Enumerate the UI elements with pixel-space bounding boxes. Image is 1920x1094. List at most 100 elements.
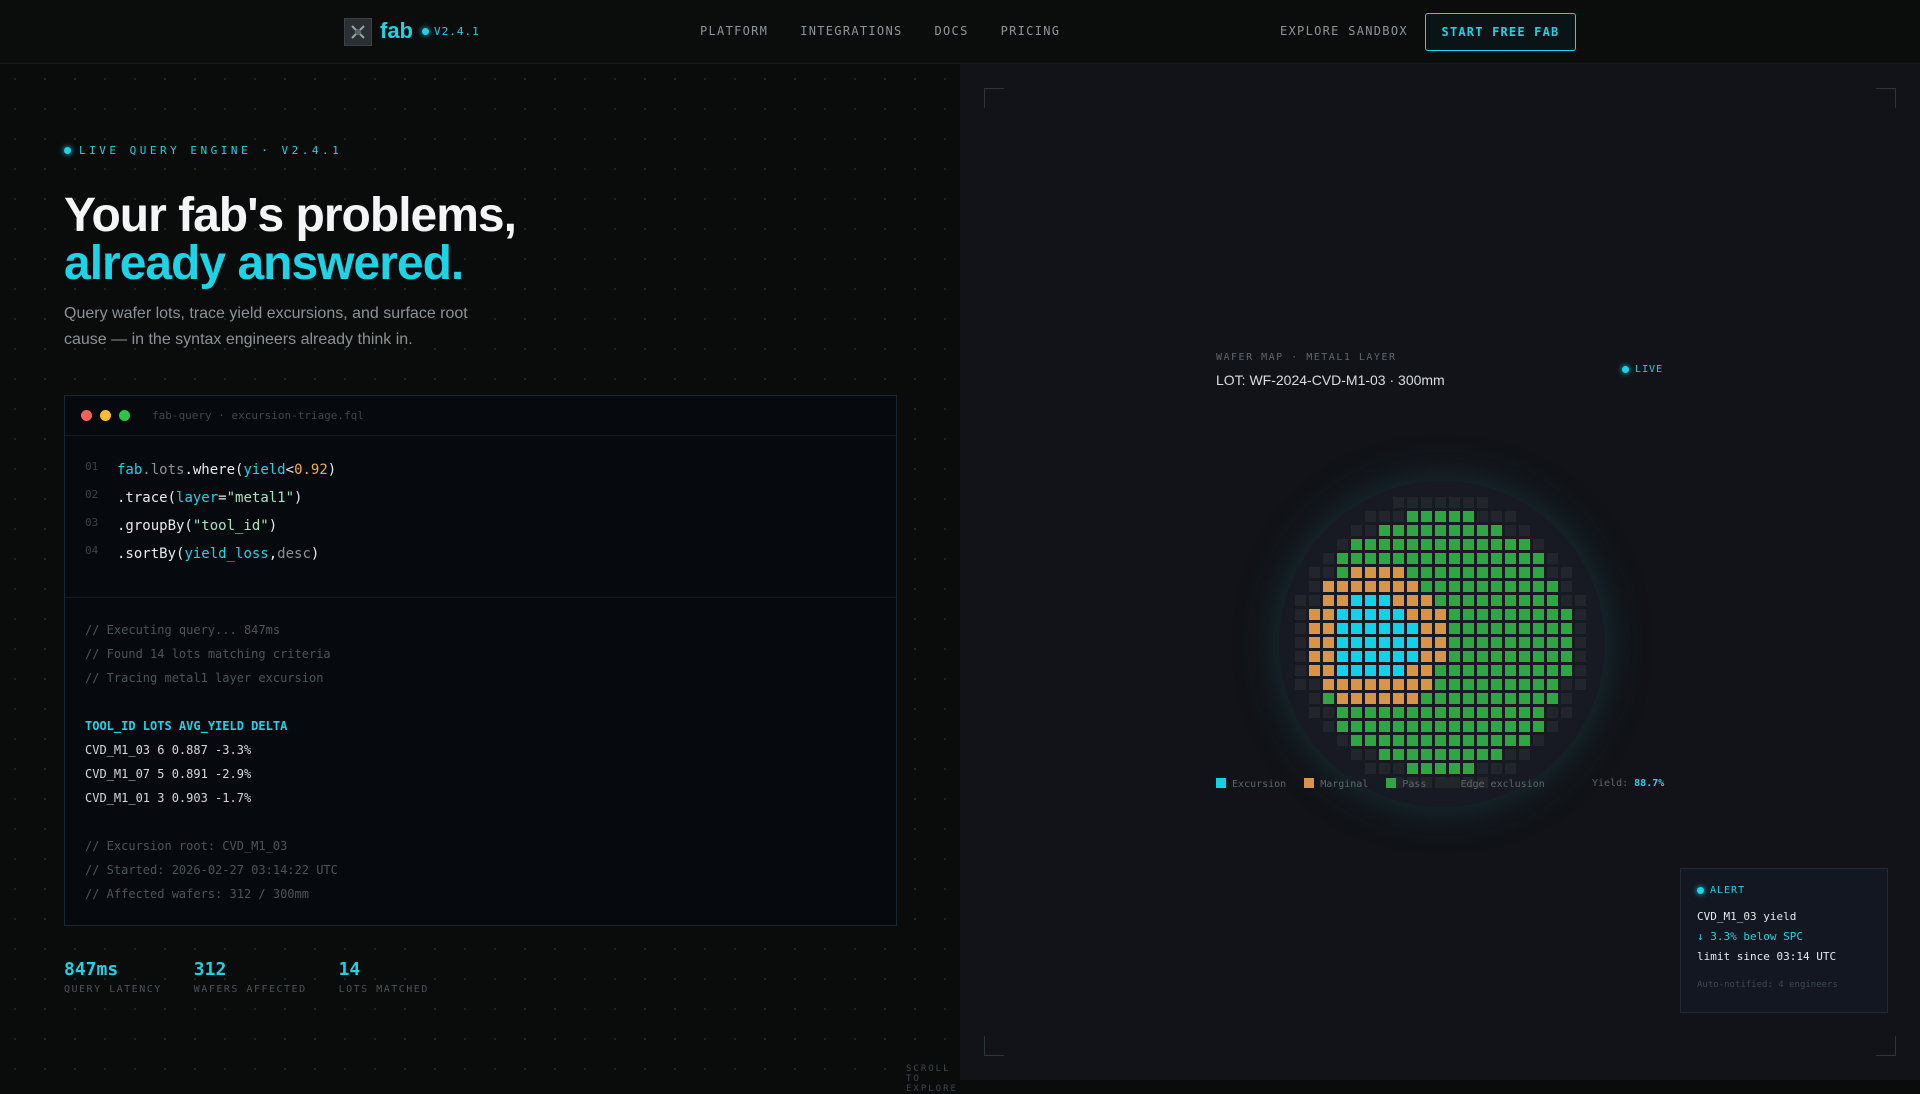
wafer-die[interactable] [1421, 763, 1432, 774]
wafer-die[interactable] [1491, 553, 1502, 564]
wafer-die[interactable] [1505, 511, 1516, 522]
wafer-die[interactable] [1393, 735, 1404, 746]
wafer-die[interactable] [1351, 665, 1362, 676]
wafer-die[interactable] [1491, 721, 1502, 732]
wafer-die[interactable] [1575, 637, 1586, 648]
wafer-die[interactable] [1407, 665, 1418, 676]
wafer-die[interactable] [1449, 693, 1460, 704]
wafer-die[interactable] [1351, 679, 1362, 690]
wafer-die[interactable] [1309, 581, 1320, 592]
wafer-die[interactable] [1421, 665, 1432, 676]
wafer-die[interactable] [1435, 637, 1446, 648]
wafer-die[interactable] [1309, 609, 1320, 620]
wafer-die[interactable] [1505, 651, 1516, 662]
wafer-die[interactable] [1379, 721, 1390, 732]
wafer-die[interactable] [1463, 595, 1474, 606]
wafer-die[interactable] [1309, 651, 1320, 662]
wafer-die[interactable] [1449, 651, 1460, 662]
wafer-die[interactable] [1561, 595, 1572, 606]
wafer-die[interactable] [1393, 567, 1404, 578]
wafer-die[interactable] [1365, 623, 1376, 634]
wafer-die[interactable] [1365, 581, 1376, 592]
wafer-die[interactable] [1421, 511, 1432, 522]
wafer-die[interactable] [1435, 707, 1446, 718]
wafer-die[interactable] [1407, 749, 1418, 760]
wafer-die[interactable] [1421, 637, 1432, 648]
wafer-die[interactable] [1337, 581, 1348, 592]
minimize-window-icon[interactable] [100, 410, 111, 421]
wafer-die[interactable] [1351, 637, 1362, 648]
wafer-die[interactable] [1393, 721, 1404, 732]
wafer-die[interactable] [1323, 623, 1334, 634]
wafer-die[interactable] [1365, 665, 1376, 676]
wafer-die[interactable] [1547, 665, 1558, 676]
wafer-die[interactable] [1351, 567, 1362, 578]
wafer-die[interactable] [1505, 665, 1516, 676]
wafer-die[interactable] [1435, 525, 1446, 536]
nav-link-integrations[interactable]: INTEGRATIONS [800, 24, 902, 38]
wafer-die[interactable] [1561, 623, 1572, 634]
wafer-die[interactable] [1561, 609, 1572, 620]
wafer-die[interactable] [1435, 581, 1446, 592]
wafer-die[interactable] [1463, 539, 1474, 550]
wafer-die[interactable] [1379, 693, 1390, 704]
wafer-die[interactable] [1295, 623, 1306, 634]
wafer-die[interactable] [1421, 497, 1432, 508]
wafer-die[interactable] [1463, 525, 1474, 536]
wafer-die[interactable] [1533, 637, 1544, 648]
wafer-die[interactable] [1435, 763, 1446, 774]
wafer-die[interactable] [1491, 749, 1502, 760]
wafer-die[interactable] [1561, 637, 1572, 648]
wafer-die[interactable] [1449, 637, 1460, 648]
wafer-die[interactable] [1309, 707, 1320, 718]
wafer-die[interactable] [1533, 679, 1544, 690]
wafer-die[interactable] [1421, 707, 1432, 718]
wafer-die[interactable] [1407, 693, 1418, 704]
wafer-die[interactable] [1533, 581, 1544, 592]
wafer-die[interactable] [1351, 749, 1362, 760]
wafer-die[interactable] [1379, 539, 1390, 550]
wafer-die[interactable] [1323, 581, 1334, 592]
wafer-die[interactable] [1519, 581, 1530, 592]
wafer-die[interactable] [1393, 553, 1404, 564]
wafer-die[interactable] [1393, 511, 1404, 522]
wafer-die[interactable] [1365, 679, 1376, 690]
wafer-die[interactable] [1561, 693, 1572, 704]
wafer-die[interactable] [1379, 609, 1390, 620]
wafer-die[interactable] [1519, 651, 1530, 662]
wafer-die[interactable] [1407, 637, 1418, 648]
wafer-die[interactable] [1421, 553, 1432, 564]
wafer-die[interactable] [1463, 665, 1474, 676]
wafer-die[interactable] [1365, 707, 1376, 718]
wafer-die[interactable] [1435, 609, 1446, 620]
wafer-die[interactable] [1561, 567, 1572, 578]
wafer-die[interactable] [1491, 595, 1502, 606]
wafer-die[interactable] [1491, 679, 1502, 690]
alert-card[interactable]: ALERT CVD_M1_03 yield ↓ 3.3% below SPC l… [1680, 868, 1888, 1013]
wafer-die[interactable] [1351, 553, 1362, 564]
wafer-die[interactable] [1463, 581, 1474, 592]
wafer-die[interactable] [1337, 623, 1348, 634]
wafer-die[interactable] [1351, 525, 1362, 536]
wafer-die[interactable] [1477, 539, 1488, 550]
wafer-die[interactable] [1519, 553, 1530, 564]
wafer-die[interactable] [1463, 763, 1474, 774]
wafer-die[interactable] [1449, 553, 1460, 564]
wafer-die[interactable] [1449, 679, 1460, 690]
wafer-die[interactable] [1435, 497, 1446, 508]
wafer-die[interactable] [1379, 665, 1390, 676]
wafer-die[interactable] [1337, 679, 1348, 690]
wafer-die[interactable] [1365, 651, 1376, 662]
wafer-die[interactable] [1323, 693, 1334, 704]
wafer-die[interactable] [1365, 567, 1376, 578]
wafer-die[interactable] [1477, 763, 1488, 774]
logo-text[interactable]: fab [380, 18, 413, 44]
wafer-die[interactable] [1561, 651, 1572, 662]
wafer-die[interactable] [1407, 735, 1418, 746]
wafer-die[interactable] [1407, 595, 1418, 606]
wafer-die[interactable] [1449, 525, 1460, 536]
wafer-die[interactable] [1491, 511, 1502, 522]
wafer-die[interactable] [1407, 581, 1418, 592]
wafer-die[interactable] [1435, 693, 1446, 704]
wafer-die[interactable] [1351, 609, 1362, 620]
